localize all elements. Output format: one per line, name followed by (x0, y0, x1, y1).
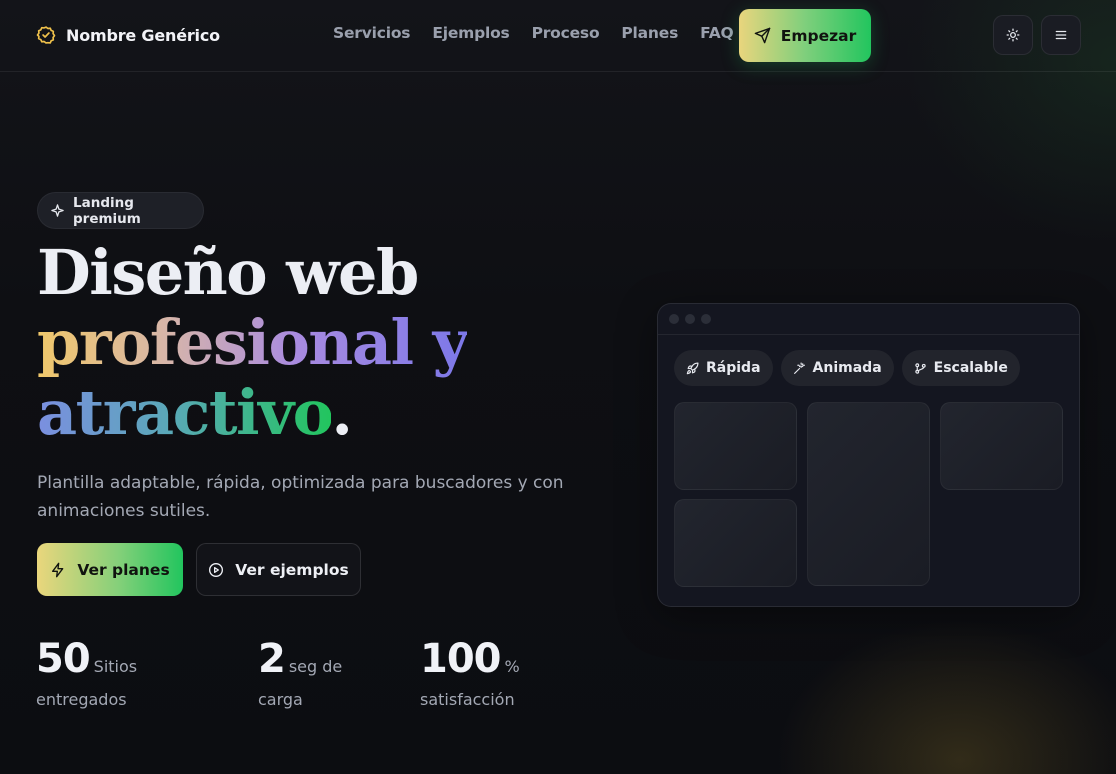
rocket-icon (686, 361, 699, 375)
window-dot (669, 314, 679, 324)
chip-label: Rápida (706, 360, 761, 376)
chip-escalable: Escalable (901, 350, 1020, 386)
stat-satisfaction: 100% satisfacción (420, 636, 520, 709)
brand-link[interactable]: Nombre Genérico (36, 24, 220, 46)
brand-name: Nombre Genérico (66, 25, 220, 45)
stat-caption: satisfacción (420, 690, 515, 709)
badge-label: Landing premium (73, 194, 141, 227)
badge-check-icon (36, 25, 56, 45)
view-examples-button[interactable]: Ver ejemplos (196, 543, 361, 596)
placeholder-tile (674, 402, 797, 490)
window-dot (685, 314, 695, 324)
hero-subtitle: Plantilla adaptable, rápida, optimizada … (37, 473, 564, 521)
preview-window: Rápida Animada Escalable (657, 303, 1080, 607)
git-branch-icon (914, 362, 927, 375)
chip-label: Escalable (933, 360, 1008, 376)
window-titlebar (658, 304, 1079, 335)
start-button[interactable]: Empezar (739, 9, 871, 62)
placeholder-tile (674, 499, 797, 587)
chip-animada: Animada (780, 350, 894, 386)
wand-icon (793, 361, 806, 375)
placeholder-tile (807, 402, 930, 586)
nav-link-ejemplos[interactable]: Ejemplos (432, 24, 509, 42)
view-plans-label: Ver planes (77, 560, 170, 579)
placeholder-tile (940, 402, 1063, 490)
main-nav: Servicios Ejemplos Proceso Planes FAQ (333, 24, 734, 42)
stat-load-time: 2 seg de carga (258, 636, 342, 709)
headline-gradient-2: atractivo (37, 376, 333, 449)
nav-link-planes[interactable]: Planes (621, 24, 678, 42)
chip-label: Animada (812, 360, 882, 376)
send-icon (754, 27, 771, 44)
stat-caption: entregados (36, 690, 127, 709)
site-header: Nombre Genérico Servicios Ejemplos Proce… (0, 0, 1116, 72)
menu-icon (1054, 28, 1068, 42)
stat-value: 50 (36, 636, 91, 682)
stat-unit: seg de (288, 657, 343, 676)
stat-sites: 50 Sitios entregados (36, 636, 137, 709)
nav-link-faq[interactable]: FAQ (700, 24, 734, 42)
premium-badge: Landing premium (37, 192, 204, 229)
headline-dot: . (331, 376, 353, 449)
stat-caption: carga (258, 690, 303, 709)
stat-value: 2 (258, 636, 286, 682)
window-dot (701, 314, 711, 324)
feature-chips: Rápida Animada Escalable (674, 350, 1020, 386)
hero-headline: Diseño web profesional y atractivo. (37, 236, 469, 449)
menu-button[interactable] (1041, 15, 1081, 55)
stat-value: 100 (420, 636, 501, 682)
nav-link-proceso[interactable]: Proceso (532, 24, 600, 42)
view-plans-button[interactable]: Ver planes (37, 543, 183, 596)
headline-line-1: Diseño web (37, 236, 419, 309)
sun-icon (1006, 28, 1020, 42)
start-button-label: Empezar (780, 26, 857, 45)
chip-rapida: Rápida (674, 350, 773, 386)
stat-unit: % (504, 657, 520, 676)
view-examples-label: Ver ejemplos (235, 560, 349, 579)
headline-gradient-1: profesional y (37, 306, 469, 379)
zap-icon (50, 562, 66, 578)
play-circle-icon (208, 562, 224, 578)
theme-toggle-button[interactable] (993, 15, 1033, 55)
sparkle-icon (50, 203, 65, 218)
nav-link-servicios[interactable]: Servicios (333, 24, 411, 42)
stat-unit: Sitios (93, 657, 138, 676)
